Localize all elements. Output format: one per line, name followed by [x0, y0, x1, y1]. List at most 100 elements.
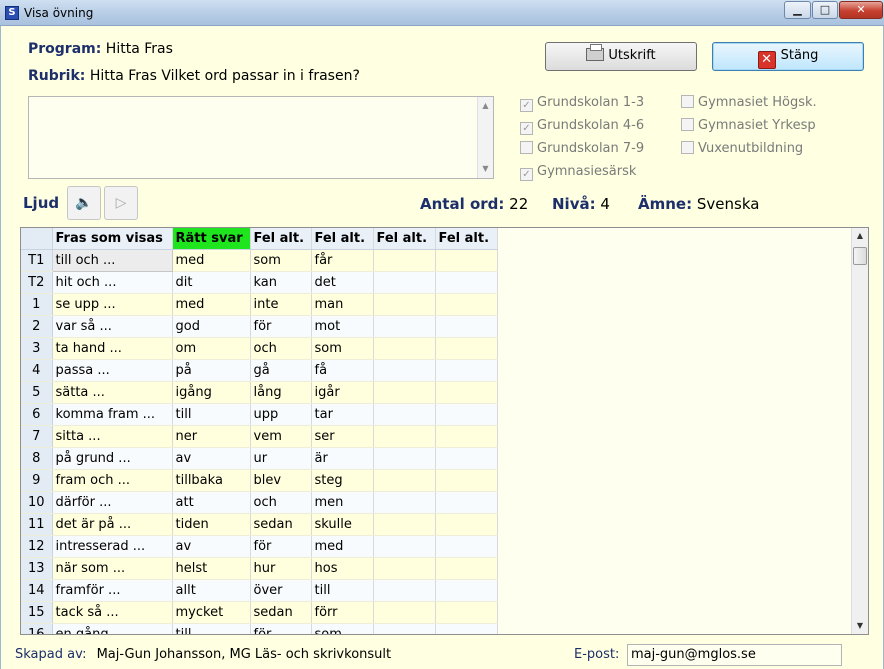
- table-cell[interactable]: [373, 447, 436, 470]
- table-cell[interactable]: en gång ...: [52, 623, 173, 634]
- row-header[interactable]: 9: [21, 469, 53, 492]
- table-cell[interactable]: lång: [250, 381, 312, 404]
- table-cell[interactable]: [435, 469, 498, 492]
- row-header[interactable]: 8: [21, 447, 53, 470]
- table-cell[interactable]: [373, 337, 436, 360]
- table-row[interactable]: 14 framför ... allt över till: [21, 579, 498, 602]
- table-row[interactable]: 13 när som ... helst hur hos: [21, 557, 498, 580]
- table-cell[interactable]: hit och ...: [52, 271, 173, 294]
- table-cell[interactable]: [373, 293, 436, 316]
- column-header[interactable]: Fel alt.: [250, 228, 312, 250]
- table-cell[interactable]: [435, 579, 498, 602]
- table-cell[interactable]: [373, 491, 436, 514]
- row-header[interactable]: 1: [21, 293, 53, 316]
- table-cell[interactable]: se upp ...: [52, 293, 173, 316]
- table-cell[interactable]: intresserad ...: [52, 535, 173, 558]
- table-cell[interactable]: [435, 623, 498, 634]
- table-cell[interactable]: tillbaka: [172, 469, 251, 492]
- speaker-button[interactable]: 🔈: [67, 186, 101, 220]
- scroll-down-icon[interactable]: ▼: [852, 618, 868, 634]
- table-row[interactable]: 15 tack så ... mycket sedan förr: [21, 601, 498, 624]
- table-row[interactable]: 12 intresserad ... av för med: [21, 535, 498, 558]
- table-cell[interactable]: mycket: [172, 601, 251, 624]
- grid-scrollbar[interactable]: ▲ ▼: [851, 228, 868, 634]
- window-close-button[interactable]: ✕: [839, 1, 883, 19]
- print-button[interactable]: Utskrift: [545, 42, 697, 71]
- table-cell[interactable]: var så ...: [52, 315, 173, 338]
- row-header[interactable]: 4: [21, 359, 53, 382]
- row-header[interactable]: 12: [21, 535, 53, 558]
- table-cell[interactable]: om: [172, 337, 251, 360]
- checkbox-grundskolan-7-9[interactable]: Grundskolan 7-9: [520, 141, 644, 156]
- table-cell[interactable]: tack så ...: [52, 601, 173, 624]
- table-cell[interactable]: [373, 315, 436, 338]
- table-cell[interactable]: hos: [311, 557, 374, 580]
- table-row[interactable]: T2 hit och ... dit kan det: [21, 271, 498, 294]
- scroll-up-icon[interactable]: ▲: [478, 99, 493, 113]
- table-row[interactable]: 3 ta hand ... om och som: [21, 337, 498, 360]
- table-cell[interactable]: [373, 271, 436, 294]
- table-cell[interactable]: [435, 535, 498, 558]
- table-cell[interactable]: [373, 425, 436, 448]
- textarea-scrollbar[interactable]: ▲ ▼: [477, 97, 493, 178]
- scrollbar-thumb[interactable]: [853, 247, 867, 265]
- minimize-button[interactable]: ▁: [784, 1, 811, 19]
- table-cell[interactable]: komma fram ...: [52, 403, 173, 426]
- table-cell[interactable]: ta hand ...: [52, 337, 173, 360]
- table-cell[interactable]: [435, 425, 498, 448]
- table-cell[interactable]: på grund ...: [52, 447, 173, 470]
- close-button[interactable]: ✕ Stäng: [712, 42, 864, 71]
- table-cell[interactable]: [373, 601, 436, 624]
- table-cell[interactable]: dit: [172, 271, 251, 294]
- table-cell[interactable]: [373, 381, 436, 404]
- table-cell[interactable]: till och ...: [51, 248, 173, 272]
- table-cell[interactable]: igång: [172, 381, 251, 404]
- row-header[interactable]: 11: [21, 513, 53, 536]
- table-cell[interactable]: [435, 315, 498, 338]
- table-row[interactable]: 10 därför ... att och men: [21, 491, 498, 514]
- table-cell[interactable]: sitta ...: [52, 425, 173, 448]
- table-cell[interactable]: och: [250, 491, 312, 514]
- table-cell[interactable]: [373, 513, 436, 536]
- table-row[interactable]: 7 sitta ... ner vem ser: [21, 425, 498, 448]
- table-cell[interactable]: [435, 293, 498, 316]
- row-header[interactable]: 14: [21, 579, 53, 602]
- table-cell[interactable]: får: [311, 249, 374, 272]
- checkbox-gymnasiet-yrkesp[interactable]: Gymnasiet Yrkesp: [681, 118, 816, 133]
- row-header[interactable]: T2: [21, 271, 53, 294]
- table-cell[interactable]: till: [172, 623, 251, 634]
- table-cell[interactable]: med: [172, 249, 251, 272]
- table-cell[interactable]: [435, 447, 498, 470]
- exercise-grid[interactable]: Fras som visas Rätt svar Fel alt. Fel al…: [20, 227, 869, 635]
- table-cell[interactable]: gå: [250, 359, 312, 382]
- table-cell[interactable]: vem: [250, 425, 312, 448]
- table-row[interactable]: 1 se upp ... med inte man: [21, 293, 498, 316]
- table-cell[interactable]: fram och ...: [52, 469, 173, 492]
- table-cell[interactable]: [373, 623, 436, 634]
- table-cell[interactable]: till: [311, 579, 374, 602]
- table-row[interactable]: 8 på grund ... av ur är: [21, 447, 498, 470]
- table-cell[interactable]: med: [311, 535, 374, 558]
- row-header[interactable]: 3: [21, 337, 53, 360]
- table-cell[interactable]: [373, 535, 436, 558]
- table-cell[interactable]: passa ...: [52, 359, 173, 382]
- table-cell[interactable]: [435, 601, 498, 624]
- table-cell[interactable]: som: [250, 249, 312, 272]
- table-cell[interactable]: man: [311, 293, 374, 316]
- table-cell[interactable]: inte: [250, 293, 312, 316]
- checkbox-grundskolan-1-3[interactable]: ✓ Grundskolan 1-3: [520, 95, 644, 112]
- table-row[interactable]: 2 var så ... god för mot: [21, 315, 498, 338]
- table-cell[interactable]: men: [311, 491, 374, 514]
- column-header[interactable]: Fel alt.: [435, 228, 498, 250]
- table-cell[interactable]: över: [250, 579, 312, 602]
- table-cell[interactable]: tar: [311, 403, 374, 426]
- table-row[interactable]: 4 passa ... på gå få: [21, 359, 498, 382]
- table-cell[interactable]: för: [250, 315, 312, 338]
- maximize-button[interactable]: □: [812, 1, 838, 19]
- table-cell[interactable]: igår: [311, 381, 374, 404]
- table-row[interactable]: 9 fram och ... tillbaka blev steg: [21, 469, 498, 492]
- table-cell[interactable]: [373, 579, 436, 602]
- table-cell[interactable]: sätta ...: [52, 381, 173, 404]
- table-cell[interactable]: [435, 271, 498, 294]
- row-header[interactable]: 7: [21, 425, 53, 448]
